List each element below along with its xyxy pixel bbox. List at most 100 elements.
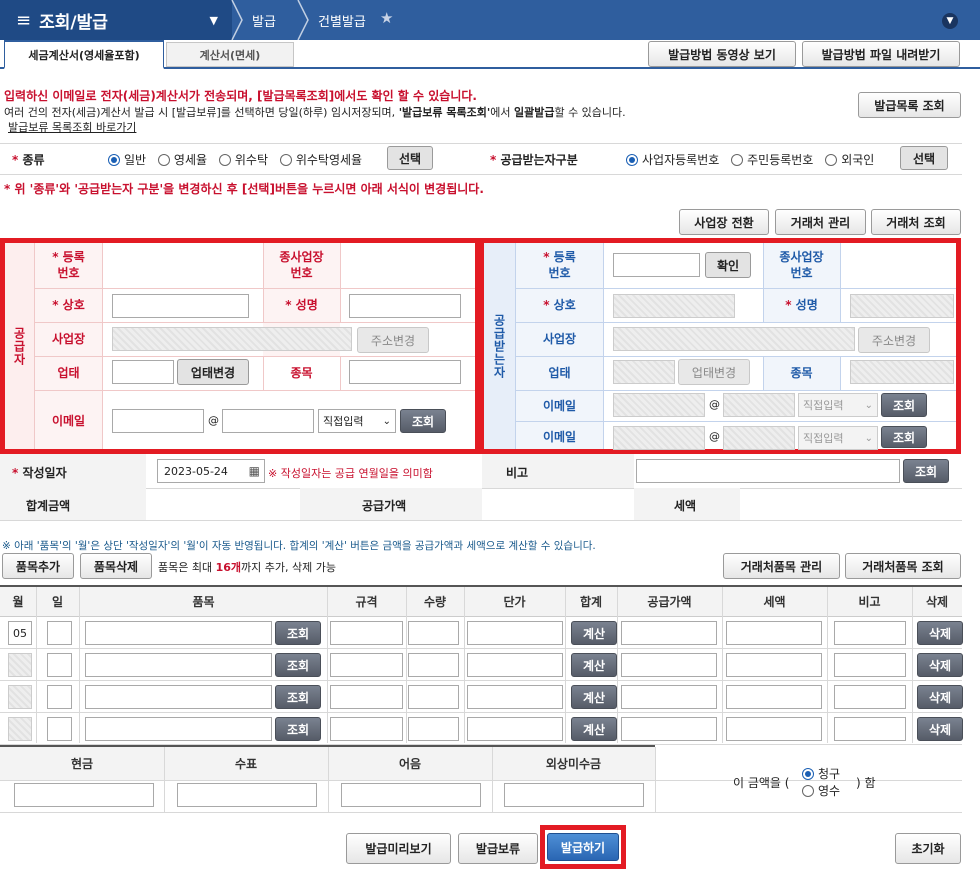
receiver-item-input[interactable] [850,360,954,384]
item-calc-button[interactable]: 계산 [571,621,617,645]
issue-date-field[interactable]: 2023-05-24 ▦ [157,459,265,483]
item-calc-button[interactable]: 계산 [571,685,617,709]
supplier-email-domain-select[interactable]: 직접입력 ⌄ [318,409,396,433]
item-spec-input[interactable] [330,717,403,741]
item-day-input[interactable] [47,717,72,741]
type-radio-zero-rate[interactable]: 영세율 [157,153,207,167]
item-spec-input[interactable] [330,685,403,709]
item-remark-input[interactable] [834,621,906,645]
credit-input[interactable] [504,783,644,807]
video-guide-button[interactable]: 발급방법 동영상 보기 [648,41,796,67]
item-tax-input[interactable] [726,621,822,645]
receiver-email2-lookup-button[interactable]: 조회 [881,426,927,448]
tab-tax-invoice[interactable]: 세금계산서(영세율포함) [4,40,164,69]
supplier-addr-change-button[interactable]: 주소변경 [357,327,429,353]
supplier-addr-input[interactable] [112,327,352,351]
item-price-input[interactable] [467,717,563,741]
item-price-input[interactable] [467,653,563,677]
item-tax-input[interactable] [726,717,822,741]
item-month-input[interactable] [8,717,32,741]
receiver-reg-no-input[interactable] [613,253,700,277]
type-select-button[interactable]: 선택 [387,146,433,170]
item-price-input[interactable] [467,621,563,645]
remark-lookup-button[interactable]: 조회 [903,459,949,483]
claim-radio[interactable]: 청구 [802,765,840,782]
receiver-email1-domain-select[interactable]: 직접입력 ⌄ [798,393,878,417]
supplier-email-id-input[interactable] [112,409,204,433]
receiver-email2-domain-input[interactable] [723,426,795,450]
item-price-input[interactable] [467,685,563,709]
receiver-confirm-button[interactable]: 확인 [705,252,751,278]
item-name-input[interactable] [85,685,272,709]
item-qty-input[interactable] [408,621,459,645]
receiver-biz-type-change-button[interactable]: 업태변경 [678,359,750,385]
business-switch-button[interactable]: 사업장 전환 [679,209,769,235]
collapse-circle-icon[interactable]: ▼ [942,13,958,29]
supplier-item-input[interactable] [349,360,461,384]
remark-input[interactable] [636,459,900,483]
receiver-email2-id-input[interactable] [613,426,705,450]
receipt-radio[interactable]: 영수 [802,782,840,799]
favorite-star-icon[interactable]: ★ [380,9,393,27]
issue-hold-button[interactable]: 발급보류 [458,833,538,864]
item-remark-input[interactable] [834,653,906,677]
partner-item-manage-button[interactable]: 거래처품목 관리 [723,553,840,579]
check-input[interactable] [177,783,317,807]
item-qty-input[interactable] [408,685,459,709]
cash-input[interactable] [14,783,154,807]
type-radio-general[interactable]: 일반 [108,153,146,167]
item-remark-input[interactable] [834,685,906,709]
item-delete-row-button[interactable]: 삭제 [917,653,963,677]
item-month-input[interactable] [8,685,32,709]
hold-list-link[interactable]: 발급보류 목록조회 바로가기 [8,119,136,135]
item-lookup-button[interactable]: 조회 [275,717,321,741]
item-calc-button[interactable]: 계산 [571,717,617,741]
item-tax-input[interactable] [726,653,822,677]
file-guide-button[interactable]: 발급방법 파일 내려받기 [802,41,960,67]
receiver-addr-change-button[interactable]: 주소변경 [858,327,930,353]
type-radio-consignment-zero[interactable]: 위수탁영세율 [279,153,362,167]
partner-item-lookup-button[interactable]: 거래처품목 조회 [845,553,961,579]
receiver-email1-domain-input[interactable] [723,393,795,417]
supplier-biz-type-input[interactable] [112,360,174,384]
issue-preview-button[interactable]: 발급미리보기 [346,833,451,864]
item-day-input[interactable] [47,685,72,709]
item-tax-input[interactable] [726,685,822,709]
item-calc-button[interactable]: 계산 [571,653,617,677]
receiver-type-select-button[interactable]: 선택 [900,146,948,170]
item-name-input[interactable] [85,717,272,741]
item-lookup-button[interactable]: 조회 [275,621,321,645]
supplier-name-input[interactable] [112,294,249,318]
item-day-input[interactable] [47,653,72,677]
receiver-radio-biz[interactable]: 사업자등록번호 [626,153,719,167]
item-supply-input[interactable] [621,653,717,677]
item-spec-input[interactable] [330,621,403,645]
item-spec-input[interactable] [330,653,403,677]
item-delete-button[interactable]: 품목삭제 [80,553,152,579]
bill-input[interactable] [341,783,481,807]
item-month-input[interactable] [8,653,32,677]
supplier-ceo-input[interactable] [349,294,461,318]
item-remark-input[interactable] [834,717,906,741]
item-name-input[interactable] [85,621,272,645]
item-supply-input[interactable] [621,685,717,709]
item-delete-row-button[interactable]: 삭제 [917,621,963,645]
receiver-radio-foreigner[interactable]: 외국인 [825,153,874,167]
item-supply-input[interactable] [621,717,717,741]
item-qty-input[interactable] [408,653,459,677]
item-qty-input[interactable] [408,717,459,741]
receiver-email1-id-input[interactable] [613,393,705,417]
issue-list-lookup-button[interactable]: 발급목록 조회 [858,92,961,118]
reset-button[interactable]: 초기화 [895,833,961,864]
item-add-button[interactable]: 품목추가 [2,553,74,579]
item-lookup-button[interactable]: 조회 [275,653,321,677]
nav-menu-dropdown[interactable]: ≡ 조회/발급 ▼ [0,0,232,40]
receiver-email1-lookup-button[interactable]: 조회 [881,393,927,417]
supplier-email-lookup-button[interactable]: 조회 [400,409,446,433]
issue-submit-button[interactable]: 발급하기 [547,833,619,861]
supplier-biz-type-change-button[interactable]: 업태변경 [177,359,249,385]
item-delete-row-button[interactable]: 삭제 [917,717,963,741]
receiver-ceo-input[interactable] [850,294,954,318]
receiver-addr-input[interactable] [613,327,855,351]
item-supply-input[interactable] [621,621,717,645]
